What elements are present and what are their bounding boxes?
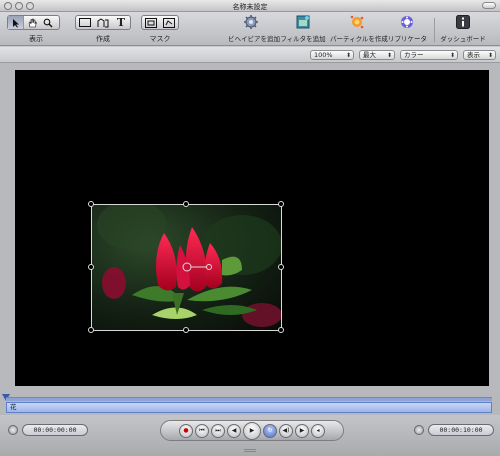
bezier-mask-button[interactable] xyxy=(160,16,178,29)
main-toolbar: 表示 T 作成 マスク ビヘイビアを追加 フィルタを追加 パーティクルを作成 リ… xyxy=(0,12,500,46)
resolution-value: 最大 xyxy=(363,51,376,59)
pan-tool-button[interactable] xyxy=(24,16,40,29)
resize-grip[interactable] xyxy=(244,449,256,452)
display-options-value: 表示 xyxy=(467,51,480,59)
create-tool-group: T xyxy=(75,15,131,30)
mask-group-label: マスク xyxy=(149,35,171,43)
add-filter-label: フィルタを追加 xyxy=(280,35,326,43)
resolution-popup[interactable]: 最大 ⬍ xyxy=(359,50,395,60)
duration-value: 00:00:10:00 xyxy=(439,426,483,434)
create-group-label: 作成 xyxy=(96,35,110,43)
zoom-tool-button[interactable] xyxy=(40,16,56,29)
channels-value: カラー xyxy=(404,51,424,59)
display-options-popup[interactable]: 表示 ⬍ xyxy=(463,50,496,60)
resize-handle-top-right[interactable] xyxy=(278,201,284,207)
view-tool-group xyxy=(7,15,60,30)
resize-handle-bottom-left[interactable] xyxy=(88,327,94,333)
add-behavior-label: ビヘイビアを追加 xyxy=(228,35,280,43)
duration-toggle-icon[interactable] xyxy=(414,425,424,435)
playback-controls: ● ⏮ ⏭ ◀ ▶ ↻ ◀) ▶ ◂ xyxy=(160,420,344,441)
rectangle-mask-button[interactable] xyxy=(142,16,160,29)
go-to-start-button[interactable]: ⏮ xyxy=(195,423,209,438)
step-forward-icon: ▶ xyxy=(299,427,305,434)
info-icon xyxy=(456,15,470,29)
current-time-field[interactable]: 00:00:00:00 xyxy=(22,424,88,436)
make-particles-button[interactable]: パーティクルを作成 xyxy=(330,14,388,43)
replicator-label: リプリケータ xyxy=(388,35,427,43)
resize-handle-bottom[interactable] xyxy=(183,327,189,333)
bezier-tool-button[interactable] xyxy=(94,16,112,29)
loop-button[interactable]: ↻ xyxy=(263,423,277,438)
step-back-icon: ◀ xyxy=(231,427,237,434)
record-button[interactable]: ● xyxy=(179,423,193,438)
record-icon: ● xyxy=(183,427,189,434)
step-back-button[interactable]: ◀ xyxy=(227,423,241,438)
duration-field[interactable]: 00:00:10:00 xyxy=(428,424,494,436)
popup-arrows-icon: ⬍ xyxy=(386,52,392,59)
timeline-ruler[interactable] xyxy=(6,397,492,401)
mask-tool-group xyxy=(141,15,179,30)
toolbar-toggle-button[interactable] xyxy=(482,2,496,9)
replicator-icon xyxy=(401,16,413,28)
current-time-value: 00:00:00:00 xyxy=(33,426,77,434)
resize-handle-top[interactable] xyxy=(183,201,189,207)
play-icon: ▶ xyxy=(249,427,255,434)
toolbar-divider xyxy=(434,18,435,42)
resize-handle-right[interactable] xyxy=(278,264,284,270)
timeline-layer-bar[interactable]: 花 xyxy=(6,402,492,413)
make-particles-label: パーティクルを作成 xyxy=(330,35,388,43)
dashboard-button[interactable]: ダッシュボード xyxy=(440,14,486,43)
bezier-mask-icon xyxy=(163,17,175,28)
popup-arrows-icon: ⬍ xyxy=(449,52,455,59)
timeline-layer-label: 花 xyxy=(10,403,17,411)
resize-handle-top-left[interactable] xyxy=(88,201,94,207)
resize-handle-left[interactable] xyxy=(88,264,94,270)
popup-arrows-icon: ⬍ xyxy=(345,52,351,59)
resize-handle-bottom-right[interactable] xyxy=(278,327,284,333)
view-options-bar: 100% ⬍ 最大 ⬍ カラー ⬍ 表示 ⬍ xyxy=(0,47,500,63)
view-group-label: 表示 xyxy=(29,35,43,43)
arrow-pointer-icon xyxy=(13,18,19,27)
text-tool-button[interactable]: T xyxy=(112,16,130,29)
pen-icon xyxy=(97,17,109,27)
step-forward-button[interactable]: ▶ xyxy=(295,423,309,438)
popup-arrows-icon: ⬍ xyxy=(487,52,493,59)
mark-out-icon: ◂ xyxy=(316,427,320,434)
transport-bar: 00:00:00:00 ● ⏮ ⏭ ◀ ▶ ↻ ◀) ▶ ◂ 00:00:10:… xyxy=(0,415,500,456)
zoom-level-popup[interactable]: 100% ⬍ xyxy=(310,50,354,60)
magnifier-icon xyxy=(43,18,53,27)
rectangle-mask-icon xyxy=(145,17,157,28)
audio-button[interactable]: ◀) xyxy=(279,423,293,438)
title-bar: 名称未設定 xyxy=(0,0,500,12)
text-tool-icon: T xyxy=(116,16,126,29)
dashboard-label: ダッシュボード xyxy=(440,35,486,43)
add-behavior-button[interactable]: ビヘイビアを追加 xyxy=(228,14,280,43)
channels-popup[interactable]: カラー ⬍ xyxy=(400,50,458,60)
rectangle-icon xyxy=(79,18,91,27)
particle-icon xyxy=(350,15,364,29)
window-title: 名称未設定 xyxy=(232,3,268,11)
gear-icon xyxy=(244,15,258,29)
rectangle-tool-button[interactable] xyxy=(76,16,94,29)
filter-icon xyxy=(296,15,310,29)
add-filter-button[interactable]: フィルタを追加 xyxy=(280,14,326,43)
go-to-start-icon: ⏮ xyxy=(199,426,205,434)
select-tool-button[interactable] xyxy=(8,16,24,29)
hand-icon xyxy=(28,18,37,27)
speaker-icon: ◀) xyxy=(282,427,290,434)
anchor-rotation-handle[interactable] xyxy=(181,261,217,273)
mark-out-button[interactable]: ◂ xyxy=(311,423,325,438)
go-to-end-button[interactable]: ⏭ xyxy=(211,423,225,438)
zoom-level-value: 100% xyxy=(314,51,333,59)
loop-icon: ↻ xyxy=(267,427,273,434)
go-to-end-icon: ⏭ xyxy=(215,426,221,434)
current-time-toggle-icon[interactable] xyxy=(8,425,18,435)
play-button[interactable]: ▶ xyxy=(243,421,261,440)
replicator-button[interactable]: リプリケータ xyxy=(388,14,427,43)
